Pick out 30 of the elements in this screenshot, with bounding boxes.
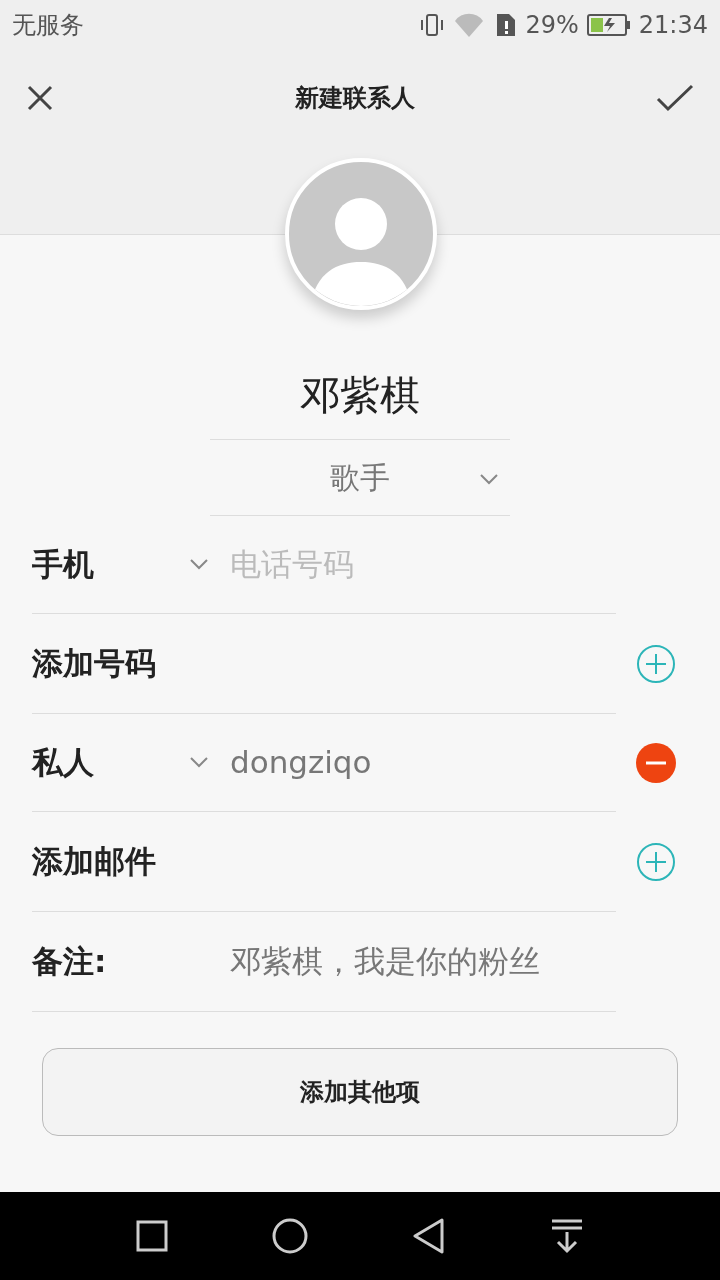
- wifi-icon: [453, 12, 486, 38]
- field-label: 私人: [32, 743, 95, 783]
- chevron-down-icon[interactable]: [190, 757, 208, 768]
- clock-text: 21:34: [638, 10, 708, 41]
- back-icon[interactable]: [412, 1218, 446, 1254]
- chevron-down-icon: [480, 474, 498, 485]
- chevron-down-icon[interactable]: [190, 559, 208, 570]
- save-button[interactable]: [656, 82, 694, 113]
- home-icon[interactable]: [272, 1218, 308, 1254]
- check-icon: [656, 82, 694, 113]
- field-label: 手机: [32, 545, 95, 585]
- add-more-button[interactable]: 添加其他项: [42, 1048, 678, 1136]
- field-label[interactable]: 添加邮件: [32, 838, 192, 885]
- carrier-text: 无服务: [12, 10, 84, 41]
- email-field[interactable]: dongziqo: [230, 739, 372, 786]
- vibrate-icon: [419, 12, 446, 38]
- close-icon: [26, 83, 54, 112]
- phone-input-field[interactable]: 电话号码: [230, 541, 590, 588]
- field-label[interactable]: 添加号码: [32, 640, 192, 687]
- battery-icon: [586, 12, 631, 38]
- close-button[interactable]: [26, 83, 54, 112]
- battery-text: 29%: [525, 10, 579, 41]
- contact-name[interactable]: 邓紫棋: [0, 365, 720, 425]
- notification-pull-icon[interactable]: [550, 1218, 584, 1254]
- note-field[interactable]: 邓紫棋，我是你的粉丝: [230, 938, 540, 985]
- title-dropdown[interactable]: 歌手: [210, 439, 510, 516]
- recent-apps-icon[interactable]: [136, 1220, 168, 1252]
- remove-icon[interactable]: [636, 742, 676, 783]
- field-label: 备注:: [32, 942, 108, 982]
- screen-title: 新建联系人: [295, 82, 415, 114]
